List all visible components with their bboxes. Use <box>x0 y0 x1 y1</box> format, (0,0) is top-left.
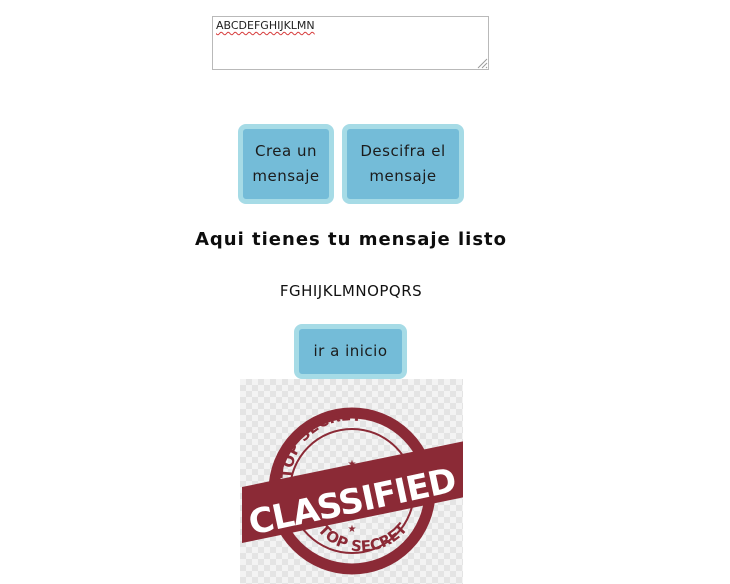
result-text: FGHIJKLMNOPQRS <box>279 282 423 300</box>
result-heading: Aqui tienes tu mensaje listo <box>194 229 508 250</box>
stamp-star-top: ★ <box>348 459 357 470</box>
create-message-button[interactable]: Crea un mensaje <box>238 124 334 204</box>
decipher-message-button[interactable]: Descifra el mensaje <box>342 124 464 204</box>
stamp-star-bottom: ★ <box>348 524 357 535</box>
message-input[interactable] <box>212 16 489 70</box>
decipher-message-label: Descifra el mensaje <box>360 142 446 185</box>
classified-stamp-image: TOP SECRET TOP SECRET ★ ★ CLASSIFIED <box>240 379 463 584</box>
message-input-wrapper <box>212 16 489 70</box>
home-label: ir a inicio <box>313 342 388 360</box>
classified-stamp-icon: TOP SECRET TOP SECRET ★ ★ CLASSIFIED <box>242 406 463 575</box>
page: Crea un mensaje Descifra el mensaje Aqui… <box>0 0 730 584</box>
create-message-label: Crea un mensaje <box>252 142 320 185</box>
home-button[interactable]: ir a inicio <box>294 324 407 379</box>
